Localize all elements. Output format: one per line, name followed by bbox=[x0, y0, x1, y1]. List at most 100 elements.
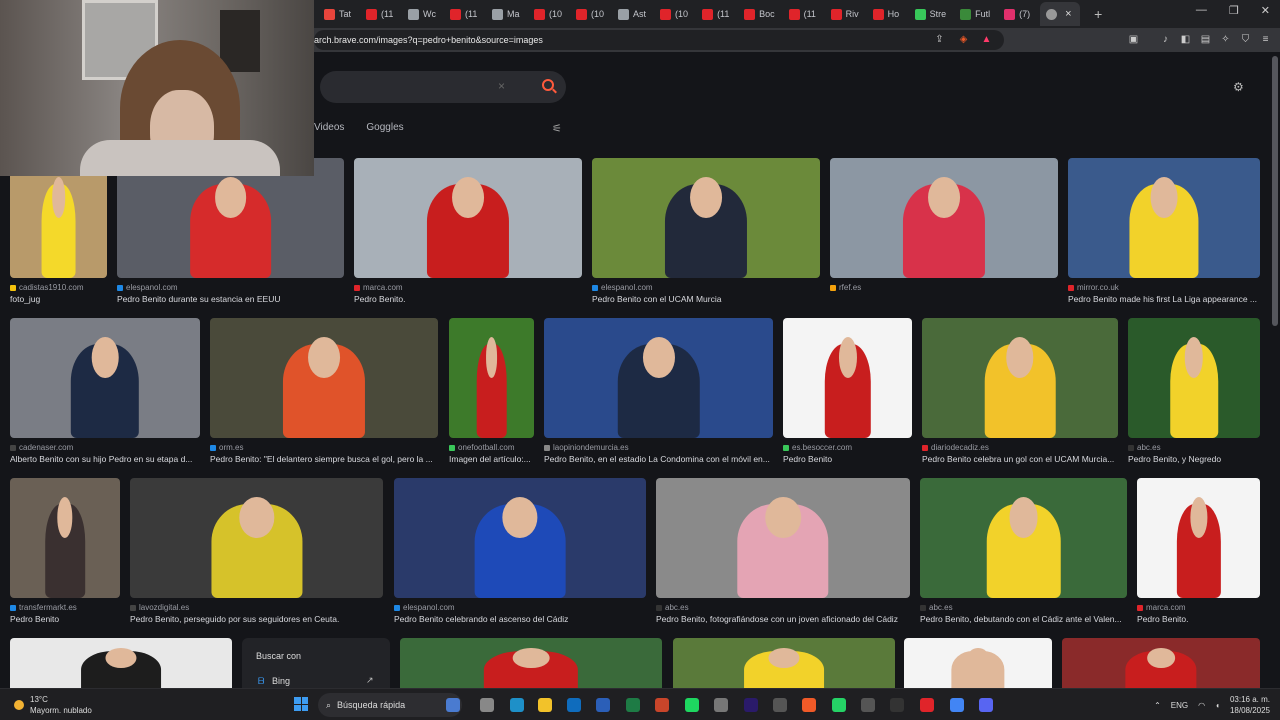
image-result[interactable]: marca.com Pedro Benito. bbox=[1137, 478, 1260, 624]
excel-icon[interactable] bbox=[626, 698, 640, 712]
result-thumbnail[interactable] bbox=[210, 318, 438, 438]
tab-videos[interactable]: Videos bbox=[314, 122, 344, 133]
new-tab-icon[interactable]: + bbox=[1094, 6, 1102, 22]
clear-icon[interactable]: × bbox=[498, 79, 505, 93]
restore-icon[interactable]: ❐ bbox=[1229, 4, 1239, 17]
image-result[interactable]: elespanol.com Pedro Benito durante su est… bbox=[117, 158, 344, 304]
result-thumbnail[interactable] bbox=[544, 318, 773, 438]
result-thumbnail[interactable] bbox=[117, 158, 344, 278]
result-thumbnail[interactable] bbox=[130, 478, 383, 598]
weather-widget[interactable]: 13°C Mayorm. nublado bbox=[14, 694, 92, 716]
result-thumbnail[interactable] bbox=[394, 478, 646, 598]
result-caption[interactable]: Pedro Benito, perseguido por sus seguido… bbox=[130, 614, 383, 624]
result-source[interactable]: marca.com bbox=[354, 283, 582, 292]
result-thumbnail[interactable] bbox=[1128, 318, 1260, 438]
sidebar-toggle-icon[interactable]: ▣ bbox=[1128, 34, 1139, 45]
browser-tab[interactable]: Ma bbox=[486, 2, 526, 26]
result-source[interactable]: abc.es bbox=[920, 603, 1127, 612]
file-explorer-icon[interactable] bbox=[538, 698, 552, 712]
result-caption[interactable]: Pedro Benito, en el estadio La Condomina… bbox=[544, 454, 773, 464]
tab-goggles[interactable]: Goggles bbox=[366, 122, 403, 133]
browser-tab[interactable]: (11 bbox=[696, 2, 736, 26]
taskbar-search[interactable]: ⌕ Búsqueda rápida bbox=[318, 693, 462, 717]
image-result[interactable]: rfef.es bbox=[830, 158, 1058, 294]
result-caption[interactable]: Pedro Benito made his first La Liga appe… bbox=[1068, 294, 1260, 304]
result-caption[interactable]: Pedro Benito celebra un gol con el UCAM … bbox=[922, 454, 1118, 464]
result-source[interactable]: cadenaser.com bbox=[10, 443, 200, 452]
result-thumbnail[interactable] bbox=[354, 158, 582, 278]
chevron-up-icon[interactable]: ⌃ bbox=[1154, 701, 1161, 710]
result-caption[interactable]: foto_jug bbox=[10, 294, 107, 304]
result-thumbnail[interactable] bbox=[830, 158, 1058, 278]
result-thumbnail[interactable] bbox=[10, 158, 107, 278]
brave-icon[interactable] bbox=[802, 698, 816, 712]
result-source[interactable]: laopiniondemurcia.es bbox=[544, 443, 773, 452]
browser-tab[interactable]: Ho bbox=[867, 2, 907, 26]
result-source[interactable]: elespanol.com bbox=[394, 603, 646, 612]
task-view-icon[interactable] bbox=[480, 698, 494, 712]
photos-icon[interactable] bbox=[773, 698, 787, 712]
result-thumbnail[interactable] bbox=[904, 638, 1052, 688]
image-result[interactable]: es.besoccer.com Pedro Benito bbox=[783, 318, 912, 464]
result-caption[interactable]: Pedro Benito durante su estancia en EEUU bbox=[117, 294, 344, 304]
image-result[interactable]: elespanol.com Pedro Benito celebrando el … bbox=[394, 478, 646, 624]
result-source[interactable]: orm.es bbox=[210, 443, 438, 452]
start-menu-icon[interactable] bbox=[294, 697, 308, 711]
browser-tab[interactable]: Stre bbox=[909, 2, 953, 26]
browser-tab[interactable]: (10 bbox=[570, 2, 610, 26]
result-source[interactable]: mirror.co.uk bbox=[1068, 283, 1260, 292]
result-source[interactable]: lavozdigital.es bbox=[130, 603, 383, 612]
filter-icon[interactable]: ⚟ bbox=[552, 122, 562, 135]
brave-shields-icon[interactable]: ◈ bbox=[958, 34, 969, 45]
discord-icon[interactable] bbox=[979, 698, 993, 712]
whatsapp-icon[interactable] bbox=[832, 698, 846, 712]
clock[interactable]: 03:16 a. m. 18/08/2025 bbox=[1230, 694, 1270, 716]
wifi-icon[interactable]: ◠ bbox=[1198, 701, 1205, 710]
result-thumbnail[interactable] bbox=[656, 478, 910, 598]
image-result[interactable] bbox=[400, 638, 662, 688]
result-thumbnail[interactable] bbox=[10, 478, 120, 598]
youtube-icon[interactable] bbox=[920, 698, 934, 712]
result-source[interactable]: rfef.es bbox=[830, 283, 1058, 292]
edge-icon[interactable] bbox=[510, 698, 524, 712]
result-caption[interactable]: Pedro Benito. bbox=[1137, 614, 1260, 624]
result-thumbnail[interactable] bbox=[1062, 638, 1260, 688]
wallet-icon[interactable]: ▤ bbox=[1200, 34, 1211, 45]
result-thumbnail[interactable] bbox=[1137, 478, 1260, 598]
minimize-icon[interactable]: — bbox=[1196, 4, 1207, 17]
result-source[interactable]: elespanol.com bbox=[592, 283, 820, 292]
browser-tab[interactable]: (10 bbox=[654, 2, 694, 26]
result-caption[interactable]: Pedro Benito, fotografiándose con un jov… bbox=[656, 614, 910, 624]
search-input[interactable]: × bbox=[320, 71, 566, 103]
image-result[interactable]: cadistas1910.com foto_jug bbox=[10, 158, 107, 304]
result-thumbnail[interactable] bbox=[449, 318, 534, 438]
result-caption[interactable]: Pedro Benito: "El delantero siempre busc… bbox=[210, 454, 438, 464]
image-result[interactable]: orm.es Pedro Benito: "El delantero siempr… bbox=[210, 318, 438, 464]
image-result[interactable]: laopiniondemurcia.es Pedro Benito, en el … bbox=[544, 318, 773, 464]
result-thumbnail[interactable] bbox=[783, 318, 912, 438]
spotify-icon[interactable] bbox=[685, 698, 699, 712]
share-icon[interactable]: ⇪ bbox=[934, 34, 945, 45]
language-indicator[interactable]: ENG bbox=[1171, 701, 1188, 710]
result-source[interactable]: marca.com bbox=[1137, 603, 1260, 612]
powerpoint-icon[interactable] bbox=[655, 698, 669, 712]
image-result[interactable]: elespanol.com Pedro Benito con el UCAM Mu… bbox=[592, 158, 820, 304]
word-icon[interactable] bbox=[596, 698, 610, 712]
result-caption[interactable]: Alberto Benito con su hijo Pedro en su e… bbox=[10, 454, 200, 464]
browser-tab[interactable]: (11 bbox=[360, 2, 400, 26]
result-source[interactable]: elespanol.com bbox=[117, 283, 344, 292]
image-result[interactable]: abc.es Pedro Benito, debutando con el Cád… bbox=[920, 478, 1127, 624]
result-caption[interactable]: Pedro Benito, y Negredo bbox=[1128, 454, 1260, 464]
image-result[interactable]: mirror.co.uk Pedro Benito made his first … bbox=[1068, 158, 1260, 304]
browser-tab[interactable]: Futl bbox=[954, 2, 996, 26]
browser-tab[interactable]: Boc bbox=[738, 2, 781, 26]
browser-tab[interactable]: (11 bbox=[783, 2, 823, 26]
browser-tab[interactable]: Wc bbox=[402, 2, 442, 26]
result-source[interactable]: diariodecadiz.es bbox=[922, 443, 1118, 452]
image-result[interactable] bbox=[673, 638, 895, 688]
outlook-icon[interactable] bbox=[567, 698, 581, 712]
result-source[interactable]: abc.es bbox=[1128, 443, 1260, 452]
image-result[interactable]: cadenaser.com Alberto Benito con su hijo … bbox=[10, 318, 200, 464]
result-thumbnail[interactable] bbox=[10, 318, 200, 438]
result-source[interactable]: onefootball.com bbox=[449, 443, 534, 452]
